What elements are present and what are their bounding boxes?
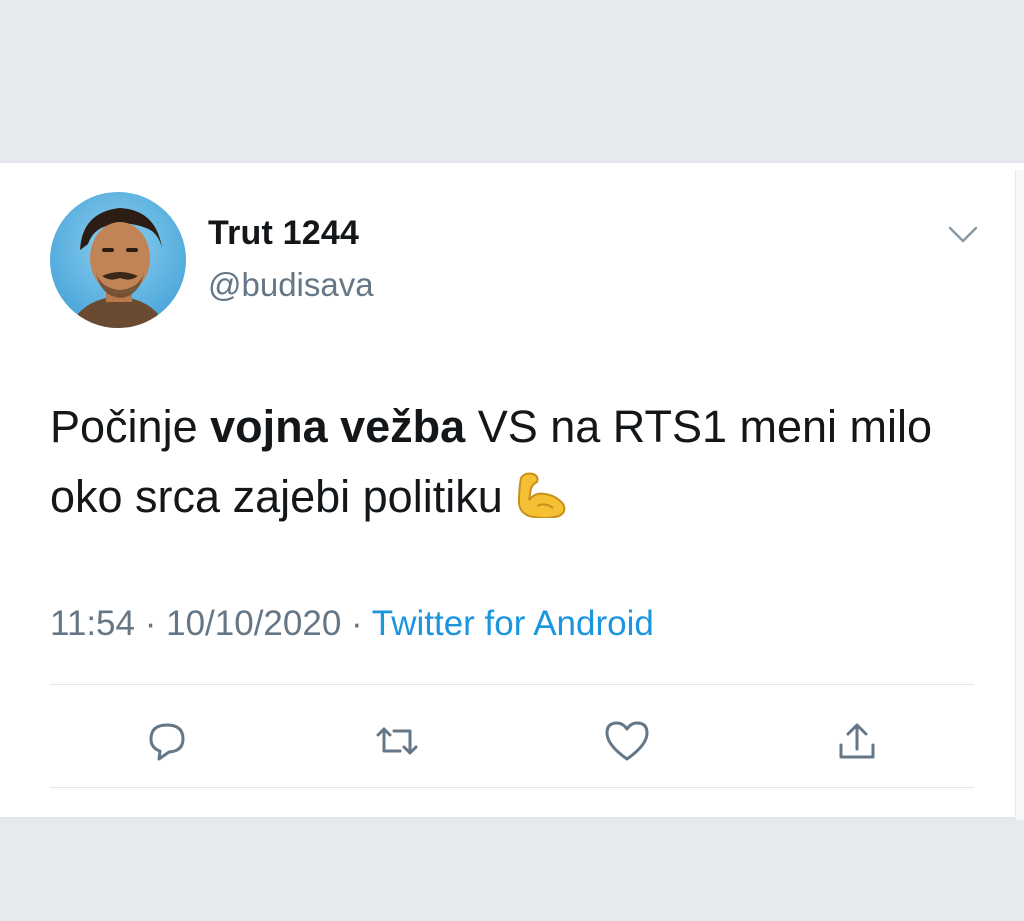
divider bbox=[50, 684, 974, 685]
tweet-text-bold: vojna vežba bbox=[210, 401, 466, 452]
chevron-down-icon[interactable] bbox=[944, 222, 982, 248]
share-button[interactable] bbox=[832, 716, 882, 766]
like-button[interactable] bbox=[602, 716, 652, 766]
scrollbar[interactable] bbox=[1015, 170, 1024, 820]
reply-icon bbox=[149, 723, 185, 761]
tweet-text: Počinje vojna vežba VS na RTS1 meni milo… bbox=[50, 392, 990, 532]
meta-separator: · bbox=[135, 604, 167, 643]
tweet-source-link[interactable]: Twitter for Android bbox=[372, 604, 654, 643]
tweet-date: 10/10/2020 bbox=[166, 604, 342, 643]
user-handle[interactable]: @budisava bbox=[208, 266, 374, 304]
display-name[interactable]: Trut 1244 bbox=[208, 214, 359, 253]
tweet-meta: 11:54 · 10/10/2020 · Twitter for Android bbox=[50, 604, 654, 644]
tweet-text-start: Počinje bbox=[50, 401, 211, 452]
avatar[interactable] bbox=[50, 192, 186, 328]
avatar-image bbox=[50, 192, 186, 328]
heart-icon bbox=[605, 721, 649, 761]
share-icon bbox=[839, 723, 875, 759]
retweet-icon bbox=[376, 727, 418, 755]
reply-button[interactable] bbox=[142, 716, 192, 766]
retweet-button[interactable] bbox=[372, 716, 422, 766]
tweet-time: 11:54 bbox=[50, 604, 135, 643]
meta-separator: · bbox=[341, 604, 372, 643]
divider bbox=[50, 787, 974, 788]
flexed-biceps-icon bbox=[515, 468, 571, 519]
